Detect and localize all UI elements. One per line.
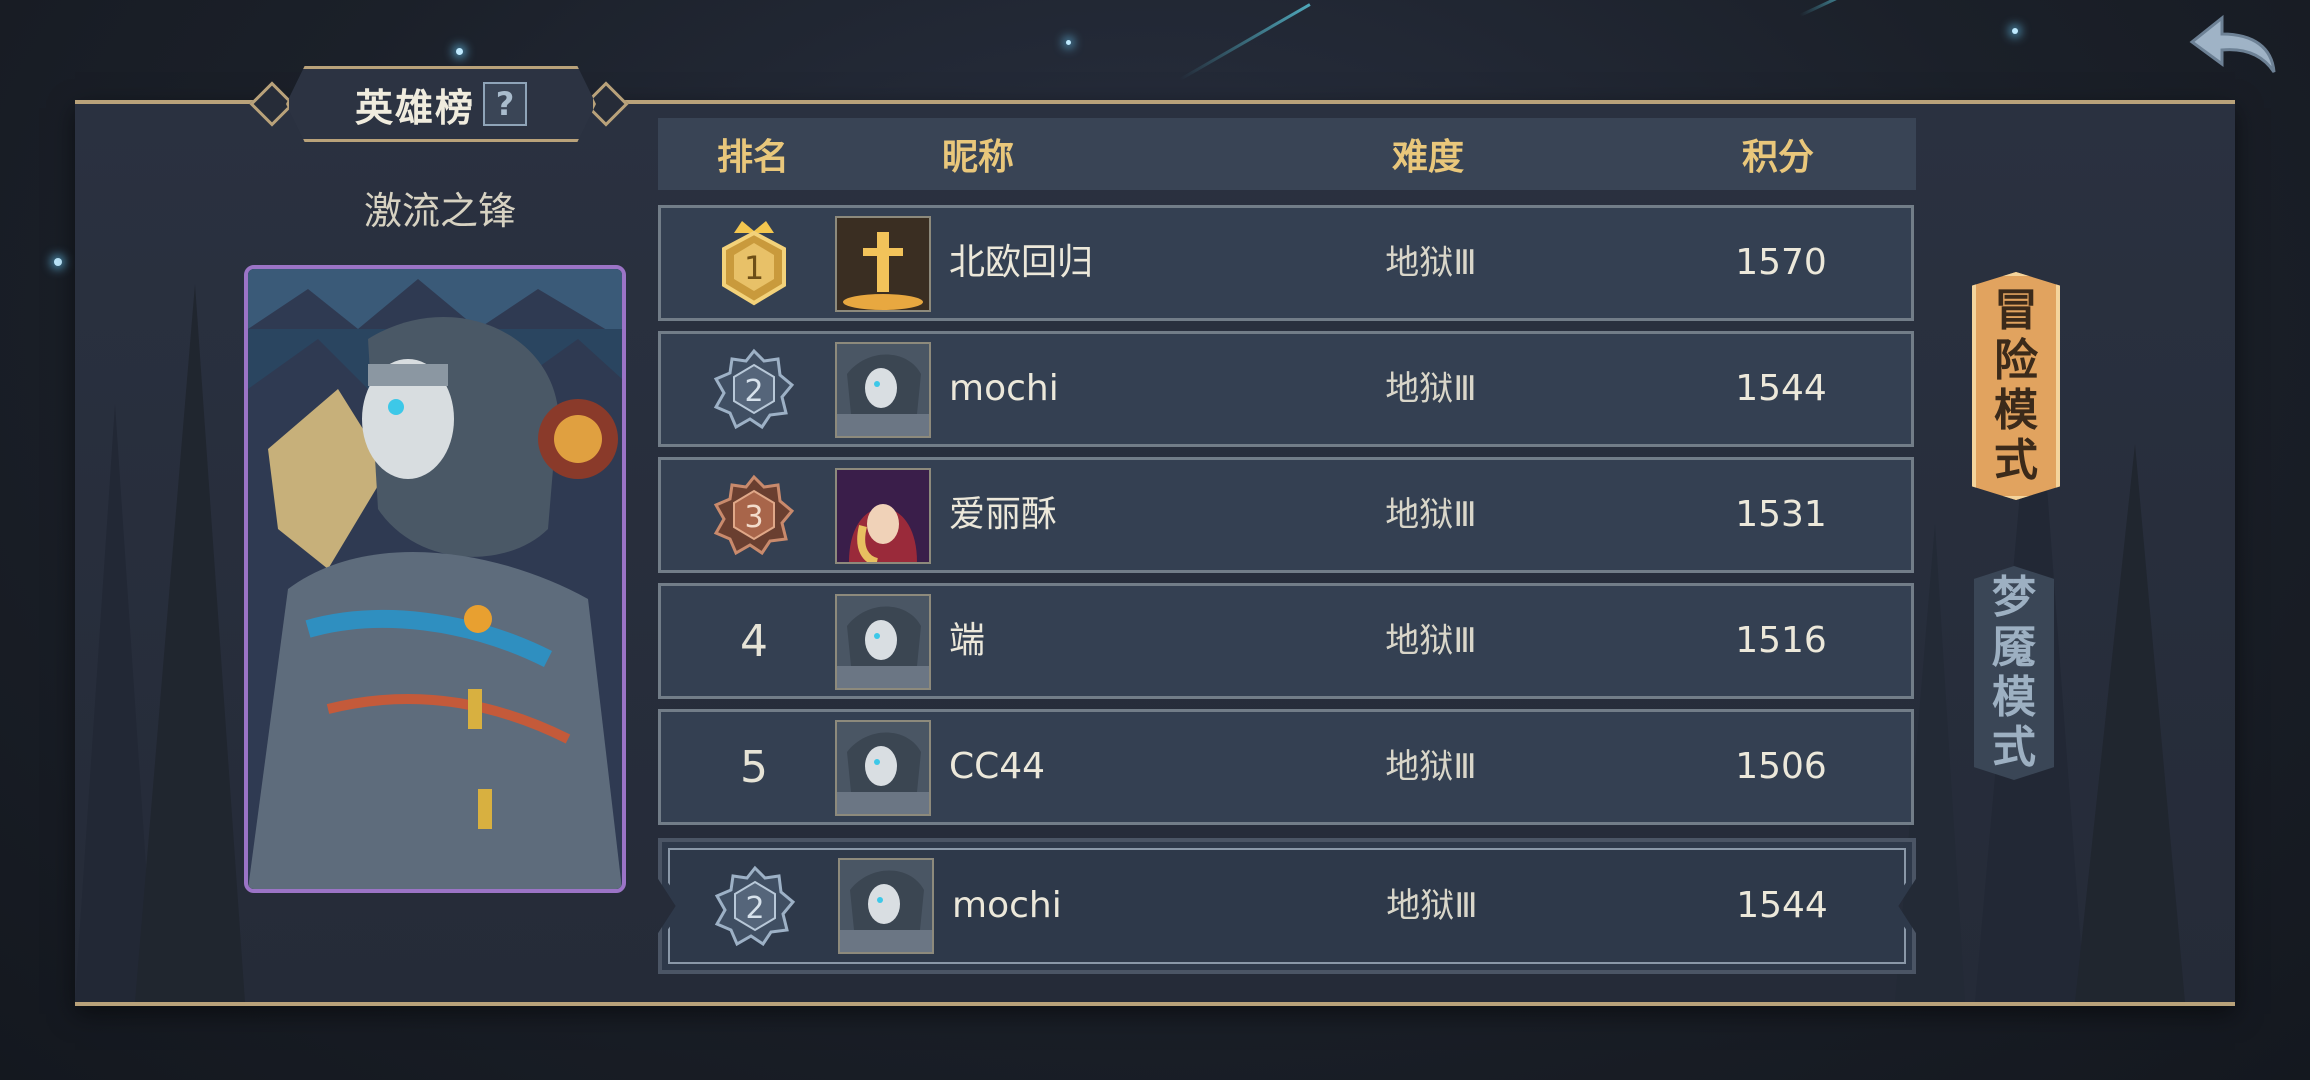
tab-label-char: 险 [1994,335,2038,386]
skull-hero-avatar [835,342,931,438]
star-decoration [54,258,62,266]
question-mark-icon[interactable]: ? [483,82,527,126]
player-name: mochi [949,368,1059,409]
bronze-badge-icon: 3 [695,460,813,570]
rank-number: 2 [745,891,764,926]
rank-number: 2 [744,374,763,409]
player-name: 爱丽酥 [949,494,1058,535]
difficulty: 地狱Ⅲ [1385,747,1477,787]
back-button[interactable] [2188,14,2284,76]
shooting-star [1179,3,1311,81]
red-hood-avatar [835,468,931,564]
tab-label-char: 式 [1992,722,2036,773]
difficulty: 地狱Ⅲ [1385,621,1477,661]
column-header-difficulty: 难度 [1391,137,1464,178]
tab-label-char: 梦 [1992,572,2036,623]
page-title: 英雄榜 [354,85,475,130]
tab-label-char: 式 [1994,435,2038,486]
rank-number: 3 [744,500,763,535]
star-decoration [456,48,463,55]
hero-name: 激流之锋 [363,189,516,233]
rank-number: 5 [740,741,768,793]
score: 1531 [1735,494,1827,535]
score: 1506 [1735,746,1827,787]
tab-label-char: 模 [1994,385,2038,436]
leaderboard-title: 英雄榜 ? [286,66,596,142]
difficulty: 地狱Ⅲ [1385,243,1477,283]
tab-label-char: 模 [1992,672,2036,723]
tab-adventure-mode[interactable]: 冒 险 模 式 [1972,272,2060,500]
player-name: mochi [952,885,1062,926]
column-header-nickname: 昵称 [941,137,1014,178]
table-row[interactable]: 1 北欧回归 地狱Ⅲ 1570 [658,205,1914,321]
difficulty: 地狱Ⅲ [1385,495,1477,535]
skull-hero-avatar [835,720,931,816]
skull-hero-avatar [838,858,934,954]
skull-hero-avatar [835,594,931,690]
shooting-star [1799,0,1856,17]
score: 1570 [1735,242,1827,283]
rank-number: 1 [744,249,764,287]
score: 1516 [1735,620,1827,661]
column-header-score: 积分 [1741,137,1814,178]
gold-crown-badge-icon: 1 [695,208,813,318]
sword-avatar [835,216,931,312]
table-row[interactable]: 2 mochi 地狱Ⅲ 1544 [658,331,1914,447]
table-header: 排名 昵称 难度 积分 [658,118,1916,190]
difficulty: 地狱Ⅲ [1386,886,1478,926]
difficulty: 地狱Ⅲ [1385,369,1477,409]
star-decoration [2012,28,2018,34]
table-row[interactable]: 5 CC44 地狱Ⅲ 1506 [658,709,1914,825]
score: 1544 [1735,368,1827,409]
star-decoration [1066,40,1071,45]
silver-badge-icon: 2 [696,842,814,970]
player-name: 端 [949,620,986,661]
silver-badge-icon: 2 [695,334,813,444]
player-name: 北欧回归 [949,242,1094,283]
player-name: CC44 [949,746,1046,787]
table-row[interactable]: 3 爱丽酥 地狱Ⅲ 1531 [658,457,1914,573]
rank-number: 4 [740,615,768,667]
tab-label-char: 魇 [1992,622,2036,673]
back-arrow-icon [2189,14,2276,73]
hero-portrait [244,265,626,893]
tab-label-char: 冒 [1994,285,2038,336]
table-row[interactable]: 4 端 地狱Ⅲ 1516 [658,583,1914,699]
column-header-rank: 排名 [716,137,789,178]
my-rank-row[interactable]: 2 mochi 地狱Ⅲ 1544 [658,838,1916,974]
tab-nightmare-mode[interactable]: 梦 魇 模 式 [1974,566,2054,780]
